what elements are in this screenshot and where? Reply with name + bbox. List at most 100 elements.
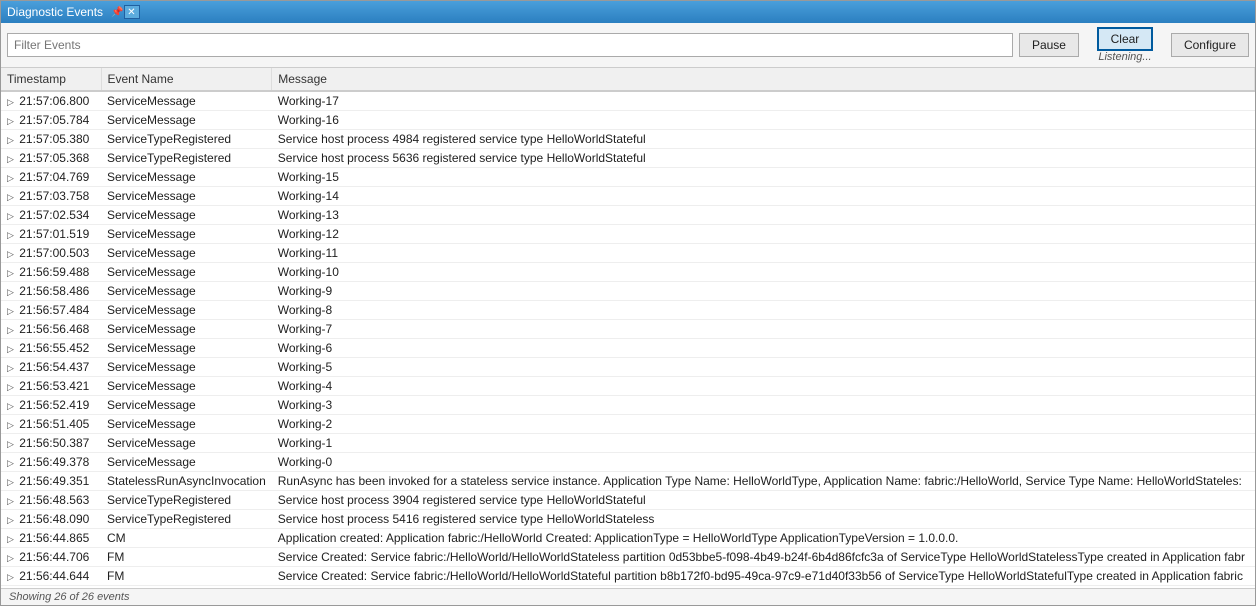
table-row[interactable]: ▷ 21:56:48.090ServiceTypeRegisteredServi… [1,510,1255,529]
clear-button[interactable]: Clear [1097,27,1154,51]
cell-timestamp: ▷ 21:56:56.468 [1,320,101,339]
cell-message: Working-14 [272,187,1255,206]
table-row[interactable]: ▷ 21:57:04.769ServiceMessageWorking-15 [1,168,1255,187]
table-row[interactable]: ▷ 21:56:54.437ServiceMessageWorking-5 [1,358,1255,377]
row-expand-icon[interactable]: ▷ [7,382,14,393]
cell-timestamp: ▷ 21:56:48.090 [1,510,101,529]
row-expand-icon[interactable]: ▷ [7,515,14,526]
table-row[interactable]: ▷ 21:56:55.452ServiceMessageWorking-6 [1,339,1255,358]
row-expand-icon[interactable]: ▷ [7,287,14,298]
table-row[interactable]: ▷ 21:57:05.380ServiceTypeRegisteredServi… [1,130,1255,149]
table-row[interactable]: ▷ 21:57:00.503ServiceMessageWorking-11 [1,244,1255,263]
table-row[interactable]: ▷ 21:56:53.421ServiceMessageWorking-4 [1,377,1255,396]
cell-eventname: ServiceMessage [101,453,272,472]
events-table: Timestamp Event Name Message ▷ 21:57:06.… [1,68,1255,586]
row-expand-icon[interactable]: ▷ [7,192,14,203]
row-expand-icon[interactable]: ▷ [7,116,14,127]
table-row[interactable]: ▷ 21:56:48.563ServiceTypeRegisteredServi… [1,491,1255,510]
cell-timestamp: ▷ 21:56:49.378 [1,453,101,472]
cell-eventname: ServiceMessage [101,358,272,377]
event-count: Showing 26 of 26 events [9,591,129,603]
cell-eventname: ServiceMessage [101,396,272,415]
cell-message: Working-0 [272,453,1255,472]
table-row[interactable]: ▷ 21:56:49.351StatelessRunAsyncInvocatio… [1,472,1255,491]
row-expand-icon[interactable]: ▷ [7,135,14,146]
cell-message: Service Created: Service fabric:/HelloWo… [272,548,1255,567]
cell-message: Service host process 4984 registered ser… [272,130,1255,149]
row-expand-icon[interactable]: ▷ [7,268,14,279]
table-row[interactable]: ▷ 21:57:02.534ServiceMessageWorking-13 [1,206,1255,225]
row-expand-icon[interactable]: ▷ [7,439,14,450]
cell-eventname: ServiceTypeRegistered [101,491,272,510]
row-expand-icon[interactable]: ▷ [7,211,14,222]
row-expand-icon[interactable]: ▷ [7,344,14,355]
table-row[interactable]: ▷ 21:57:05.368ServiceTypeRegisteredServi… [1,149,1255,168]
row-expand-icon[interactable]: ▷ [7,477,14,488]
listening-status: Listening... [1098,51,1151,63]
pause-button[interactable]: Pause [1019,33,1079,57]
cell-message: Working-5 [272,358,1255,377]
cell-message: Working-8 [272,301,1255,320]
table-row[interactable]: ▷ 21:56:58.486ServiceMessageWorking-9 [1,282,1255,301]
table-row[interactable]: ▷ 21:56:49.378ServiceMessageWorking-0 [1,453,1255,472]
row-expand-icon[interactable]: ▷ [7,420,14,431]
main-window: Diagnostic Events 📌 ✕ Pause Clear Listen… [0,0,1256,606]
status-area: Clear Listening... [1085,27,1165,63]
row-expand-icon[interactable]: ▷ [7,306,14,317]
cell-timestamp: ▷ 21:56:59.488 [1,263,101,282]
row-expand-icon[interactable]: ▷ [7,553,14,564]
configure-button[interactable]: Configure [1171,33,1249,57]
row-expand-icon[interactable]: ▷ [7,363,14,374]
row-expand-icon[interactable]: ▷ [7,325,14,336]
table-row[interactable]: ▷ 21:57:05.784ServiceMessageWorking-16 [1,111,1255,130]
cell-timestamp: ▷ 21:56:58.486 [1,282,101,301]
table-row[interactable]: ▷ 21:57:03.758ServiceMessageWorking-14 [1,187,1255,206]
cell-eventname: FM [101,548,272,567]
cell-timestamp: ▷ 21:56:55.452 [1,339,101,358]
cell-message: Working-4 [272,377,1255,396]
table-row[interactable]: ▷ 21:56:50.387ServiceMessageWorking-1 [1,434,1255,453]
row-expand-icon[interactable]: ▷ [7,534,14,545]
row-expand-icon[interactable]: ▷ [7,230,14,241]
row-expand-icon[interactable]: ▷ [7,572,14,583]
table-row[interactable]: ▷ 21:56:51.405ServiceMessageWorking-2 [1,415,1255,434]
footer: Showing 26 of 26 events [1,588,1255,605]
cell-eventname: ServiceMessage [101,377,272,396]
cell-eventname: ServiceMessage [101,415,272,434]
table-row[interactable]: ▷ 21:56:52.419ServiceMessageWorking-3 [1,396,1255,415]
cell-message: Working-12 [272,225,1255,244]
row-expand-icon[interactable]: ▷ [7,97,14,108]
cell-eventname: ServiceMessage [101,168,272,187]
cell-message: Working-1 [272,434,1255,453]
table-row[interactable]: ▷ 21:56:59.488ServiceMessageWorking-10 [1,263,1255,282]
row-expand-icon[interactable]: ▷ [7,496,14,507]
cell-message: Working-2 [272,415,1255,434]
table-row[interactable]: ▷ 21:56:44.865CMApplication created: App… [1,529,1255,548]
row-expand-icon[interactable]: ▷ [7,249,14,260]
table-row[interactable]: ▷ 21:57:01.519ServiceMessageWorking-12 [1,225,1255,244]
row-expand-icon[interactable]: ▷ [7,173,14,184]
row-expand-icon[interactable]: ▷ [7,458,14,469]
filter-input[interactable] [7,33,1013,57]
cell-timestamp: ▷ 21:56:49.351 [1,472,101,491]
cell-message: Working-10 [272,263,1255,282]
cell-timestamp: ▷ 21:56:57.484 [1,301,101,320]
table-row[interactable]: ▷ 21:57:06.800ServiceMessageWorking-17 [1,91,1255,111]
cell-timestamp: ▷ 21:57:05.368 [1,149,101,168]
title-bar-buttons: ✕ [124,5,140,19]
row-expand-icon[interactable]: ▷ [7,401,14,412]
table-row[interactable]: ▷ 21:56:56.468ServiceMessageWorking-7 [1,320,1255,339]
events-table-container[interactable]: Timestamp Event Name Message ▷ 21:57:06.… [1,68,1255,588]
table-row[interactable]: ▷ 21:56:44.644FMService Created: Service… [1,567,1255,586]
table-row[interactable]: ▷ 21:56:57.484ServiceMessageWorking-8 [1,301,1255,320]
close-button[interactable]: ✕ [124,5,140,19]
cell-message: Working-6 [272,339,1255,358]
cell-message: Service host process 3904 registered ser… [272,491,1255,510]
pin-icon[interactable]: 📌 [111,7,123,18]
toolbar: Pause Clear Listening... Configure [1,23,1255,68]
cell-timestamp: ▷ 21:57:04.769 [1,168,101,187]
table-row[interactable]: ▷ 21:56:44.706FMService Created: Service… [1,548,1255,567]
cell-timestamp: ▷ 21:56:54.437 [1,358,101,377]
cell-eventname: ServiceMessage [101,225,272,244]
row-expand-icon[interactable]: ▷ [7,154,14,165]
